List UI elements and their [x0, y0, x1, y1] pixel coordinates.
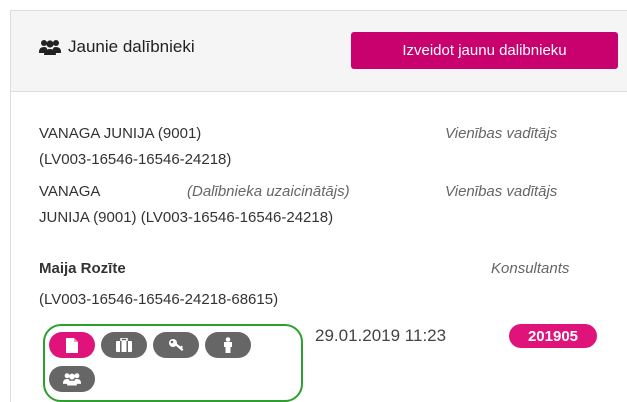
entry-1-role: Vienības vadītājs	[445, 125, 558, 142]
users-icon	[63, 373, 81, 386]
entry-1-name: VANAGA JUNIJA (9001)	[39, 125, 202, 142]
entry-2-inviter-label: (Dalībnieka uzaicinātājs)	[187, 183, 350, 200]
briefcase-button[interactable]	[101, 332, 147, 358]
entry-2-role: Vienības vadītājs	[445, 183, 558, 200]
document-button[interactable]	[49, 332, 95, 358]
person-icon	[224, 337, 232, 353]
panel-title-text: Jaunie dalībnieki	[68, 37, 195, 56]
key-icon	[169, 339, 184, 351]
briefcase-icon	[116, 338, 132, 352]
entry-3-name: Maija Rozīte	[39, 260, 126, 277]
entry-3-code: (LV003-16546-16546-24218-68615)	[39, 291, 279, 308]
create-participant-button[interactable]: Izveidot jaunu dalibnieku	[351, 32, 618, 69]
entry-2-name: VANAGA	[39, 183, 101, 200]
team-button[interactable]	[49, 366, 95, 392]
entry-2-code: JUNIJA (9001) (LV003-16546-16546-24218)	[39, 209, 334, 226]
users-icon	[39, 40, 61, 55]
person-button[interactable]	[205, 332, 251, 358]
document-icon	[66, 337, 78, 353]
entry-3-datetime: 29.01.2019 11:23	[315, 326, 447, 345]
panel-header: Jaunie dalībnieki Izveidot jaunu dalibni…	[11, 11, 627, 92]
key-button[interactable]	[153, 332, 199, 358]
entry-3-role: Konsultants	[491, 260, 570, 277]
panel-title: Jaunie dalībnieki	[39, 37, 195, 57]
period-badge: 201905	[509, 324, 597, 348]
entry-1-code: (LV003-16546-16546-24218)	[39, 151, 232, 168]
entry-3-actions-highlight	[43, 324, 303, 402]
